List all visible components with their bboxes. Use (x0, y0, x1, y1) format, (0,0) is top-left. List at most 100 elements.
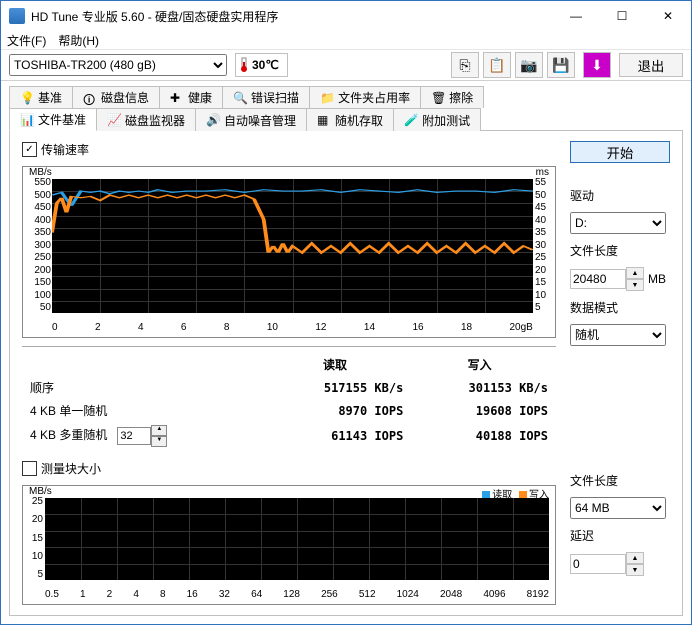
exit-button[interactable]: 退出 (619, 53, 683, 77)
transferrate-checkbox[interactable]: ✓ 传输速率 (22, 141, 556, 158)
tab-label: 自动噪音管理 (224, 112, 296, 129)
chart2-plot (45, 498, 549, 580)
result-write: 19608 IOPS (407, 399, 552, 422)
result-row: 顺序517155 KB/s301153 KB/s (26, 376, 552, 399)
tab-aam[interactable]: 🔊自动噪音管理 (195, 108, 307, 131)
tab-icon: 🛈 (83, 91, 97, 105)
menubar: 文件(F) 帮助(H) (1, 31, 691, 50)
chart1-yaxis-left: 55050045040035030025020015010050 (27, 177, 51, 313)
tab-icon: 📈 (107, 113, 121, 127)
tab-icon: 💡 (20, 91, 34, 105)
tab-label: 磁盘信息 (101, 89, 149, 106)
chart1-yaxis-right: 555045403530252015105 (535, 177, 551, 313)
start-button[interactable]: 开始 (570, 141, 670, 163)
tab-label: 文件夹占用率 (338, 89, 410, 106)
queue-depth-spinner[interactable]: ▲▼ (117, 425, 167, 447)
tab-icon: 📁 (320, 91, 334, 105)
tab-label: 基准 (38, 89, 62, 106)
checkbox-icon (22, 461, 37, 476)
tab-icon: 📊 (20, 113, 34, 127)
drive-combo[interactable]: D: (570, 212, 666, 234)
result-row: 4 KB 单一随机8970 IOPS19608 IOPS (26, 399, 552, 422)
tab-icon: ▦ (317, 113, 331, 127)
tab-diskmonitor[interactable]: 📈 磁盘监视器 (96, 108, 196, 131)
result-label: 顺序 (26, 376, 263, 399)
window-title: HD Tune 专业版 5.60 - 硬盘/固态硬盘实用程序 (31, 8, 553, 25)
download-button[interactable]: ⬇ (583, 52, 611, 78)
result-write: 301153 KB/s (407, 376, 552, 399)
app-icon (9, 8, 25, 24)
chart-blocksize: MB/s 读取 写入 252015105 0.51248163264128256… (22, 485, 556, 605)
temperature-display: 30℃ (235, 53, 288, 77)
tab-diskinfo[interactable]: 🛈 磁盘信息 (72, 86, 160, 108)
tab-icon: 🧪 (404, 113, 418, 127)
menu-help[interactable]: 帮助(H) (58, 32, 99, 49)
checkbox-icon: ✓ (22, 142, 37, 157)
chart2-xaxis: 0.512481632641282565121024204840968192 (45, 589, 549, 600)
tab-benchmark[interactable]: 💡 基准 (9, 86, 73, 108)
spin-down-icon[interactable]: ▼ (626, 279, 644, 291)
maximize-button[interactable]: ☐ (599, 1, 645, 31)
chart1-plot (52, 179, 533, 313)
spin-up-icon[interactable]: ▲ (626, 552, 644, 564)
header-write: 写入 (407, 353, 552, 376)
toolbar: TOSHIBA-TR200 (480 gB) 30℃ ⎘ 📋 📷 💾 ⬇ 退出 (1, 50, 691, 81)
chart1-xaxis: 02468101214161820gB (52, 322, 533, 333)
tab-folderusage[interactable]: 📁 文件夹占用率 (309, 86, 421, 108)
blocksize-label: 测量块大小 (41, 460, 101, 477)
menu-file[interactable]: 文件(F) (7, 32, 46, 49)
filelen2-combo[interactable]: 64 MB (570, 497, 666, 519)
tab-label: 附加测试 (422, 112, 470, 129)
tab-filebenchmark[interactable]: 📊 文件基准 (9, 108, 97, 131)
copy-button[interactable]: ⎘ (451, 52, 479, 78)
tab-icon: 🔍 (233, 91, 247, 105)
spin-down-icon[interactable]: ▼ (626, 564, 644, 576)
tab-label: 文件基准 (38, 111, 86, 128)
temperature-value: 30℃ (252, 58, 279, 72)
tab-label: 错误扫描 (251, 89, 299, 106)
drive-label: 驱动 (570, 187, 670, 204)
spin-up-icon[interactable]: ▲ (626, 267, 644, 279)
tab-errorscan[interactable]: 🔍 错误扫描 (222, 86, 310, 108)
result-row: 4 KB 多重随机▲▼61143 IOPS40188 IOPS (26, 422, 552, 450)
result-read: 61143 IOPS (263, 422, 408, 450)
tab-label: 擦除 (449, 89, 473, 106)
titlebar: HD Tune 专业版 5.60 - 硬盘/固态硬盘实用程序 — ☐ ✕ (1, 1, 691, 31)
blocksize-checkbox[interactable]: 测量块大小 (22, 460, 556, 477)
filelen-input[interactable] (570, 269, 626, 289)
datamode-combo[interactable]: 随机 (570, 324, 666, 346)
result-write: 40188 IOPS (407, 422, 552, 450)
tab-extratests[interactable]: 🧪 附加测试 (393, 108, 481, 131)
delay-input[interactable] (570, 554, 626, 574)
screenshot-button[interactable]: 📷 (515, 52, 543, 78)
tabs-row-2: 📊 文件基准 📈 磁盘监视器 🔊自动噪音管理▦随机存取 🧪 附加测试 (9, 107, 683, 130)
tab-erase[interactable]: 🗑 擦除 (420, 86, 484, 108)
app-window: HD Tune 专业版 5.60 - 硬盘/固态硬盘实用程序 — ☐ ✕ 文件(… (0, 0, 692, 625)
tab-health[interactable]: ✚健康 (159, 86, 223, 108)
delay-spinner[interactable]: ▲▼ (570, 552, 670, 576)
filelen-unit: MB (648, 272, 666, 286)
thermometer-icon (240, 57, 248, 73)
minimize-button[interactable]: — (553, 1, 599, 31)
paste-button[interactable]: 📋 (483, 52, 511, 78)
drive-select[interactable]: TOSHIBA-TR200 (480 gB) (9, 54, 227, 76)
transferrate-label: 传输速率 (41, 141, 89, 158)
filelen2-label: 文件长度 (570, 472, 670, 489)
tab-randomaccess[interactable]: ▦随机存取 (306, 108, 394, 131)
queue-depth-input[interactable] (117, 427, 151, 445)
tab-label: 磁盘监视器 (125, 112, 185, 129)
tab-icon: ✚ (170, 91, 184, 105)
datamode-label: 数据模式 (570, 299, 670, 316)
delay-label: 延迟 (570, 527, 670, 544)
result-read: 8970 IOPS (263, 399, 408, 422)
close-button[interactable]: ✕ (645, 1, 691, 31)
chart2-yaxis-left: 252015105 (27, 496, 43, 580)
save-button[interactable]: 💾 (547, 52, 575, 78)
results-panel: 读取 写入 顺序517155 KB/s301153 KB/s4 KB 单一随机8… (22, 346, 556, 452)
tabs-row-1: 💡 基准 🛈 磁盘信息 ✚健康 🔍 错误扫描 📁 文件夹占用率 🗑 擦除 (9, 85, 683, 107)
result-label: 4 KB 单一随机 (26, 399, 263, 422)
filelen-spinner[interactable]: ▲▼ (570, 267, 644, 291)
result-label: 4 KB 多重随机▲▼ (26, 422, 263, 450)
tab-icon: 🗑 (431, 91, 445, 105)
chart-transferrate: MB/s ms 55050045040035030025020015010050… (22, 166, 556, 338)
